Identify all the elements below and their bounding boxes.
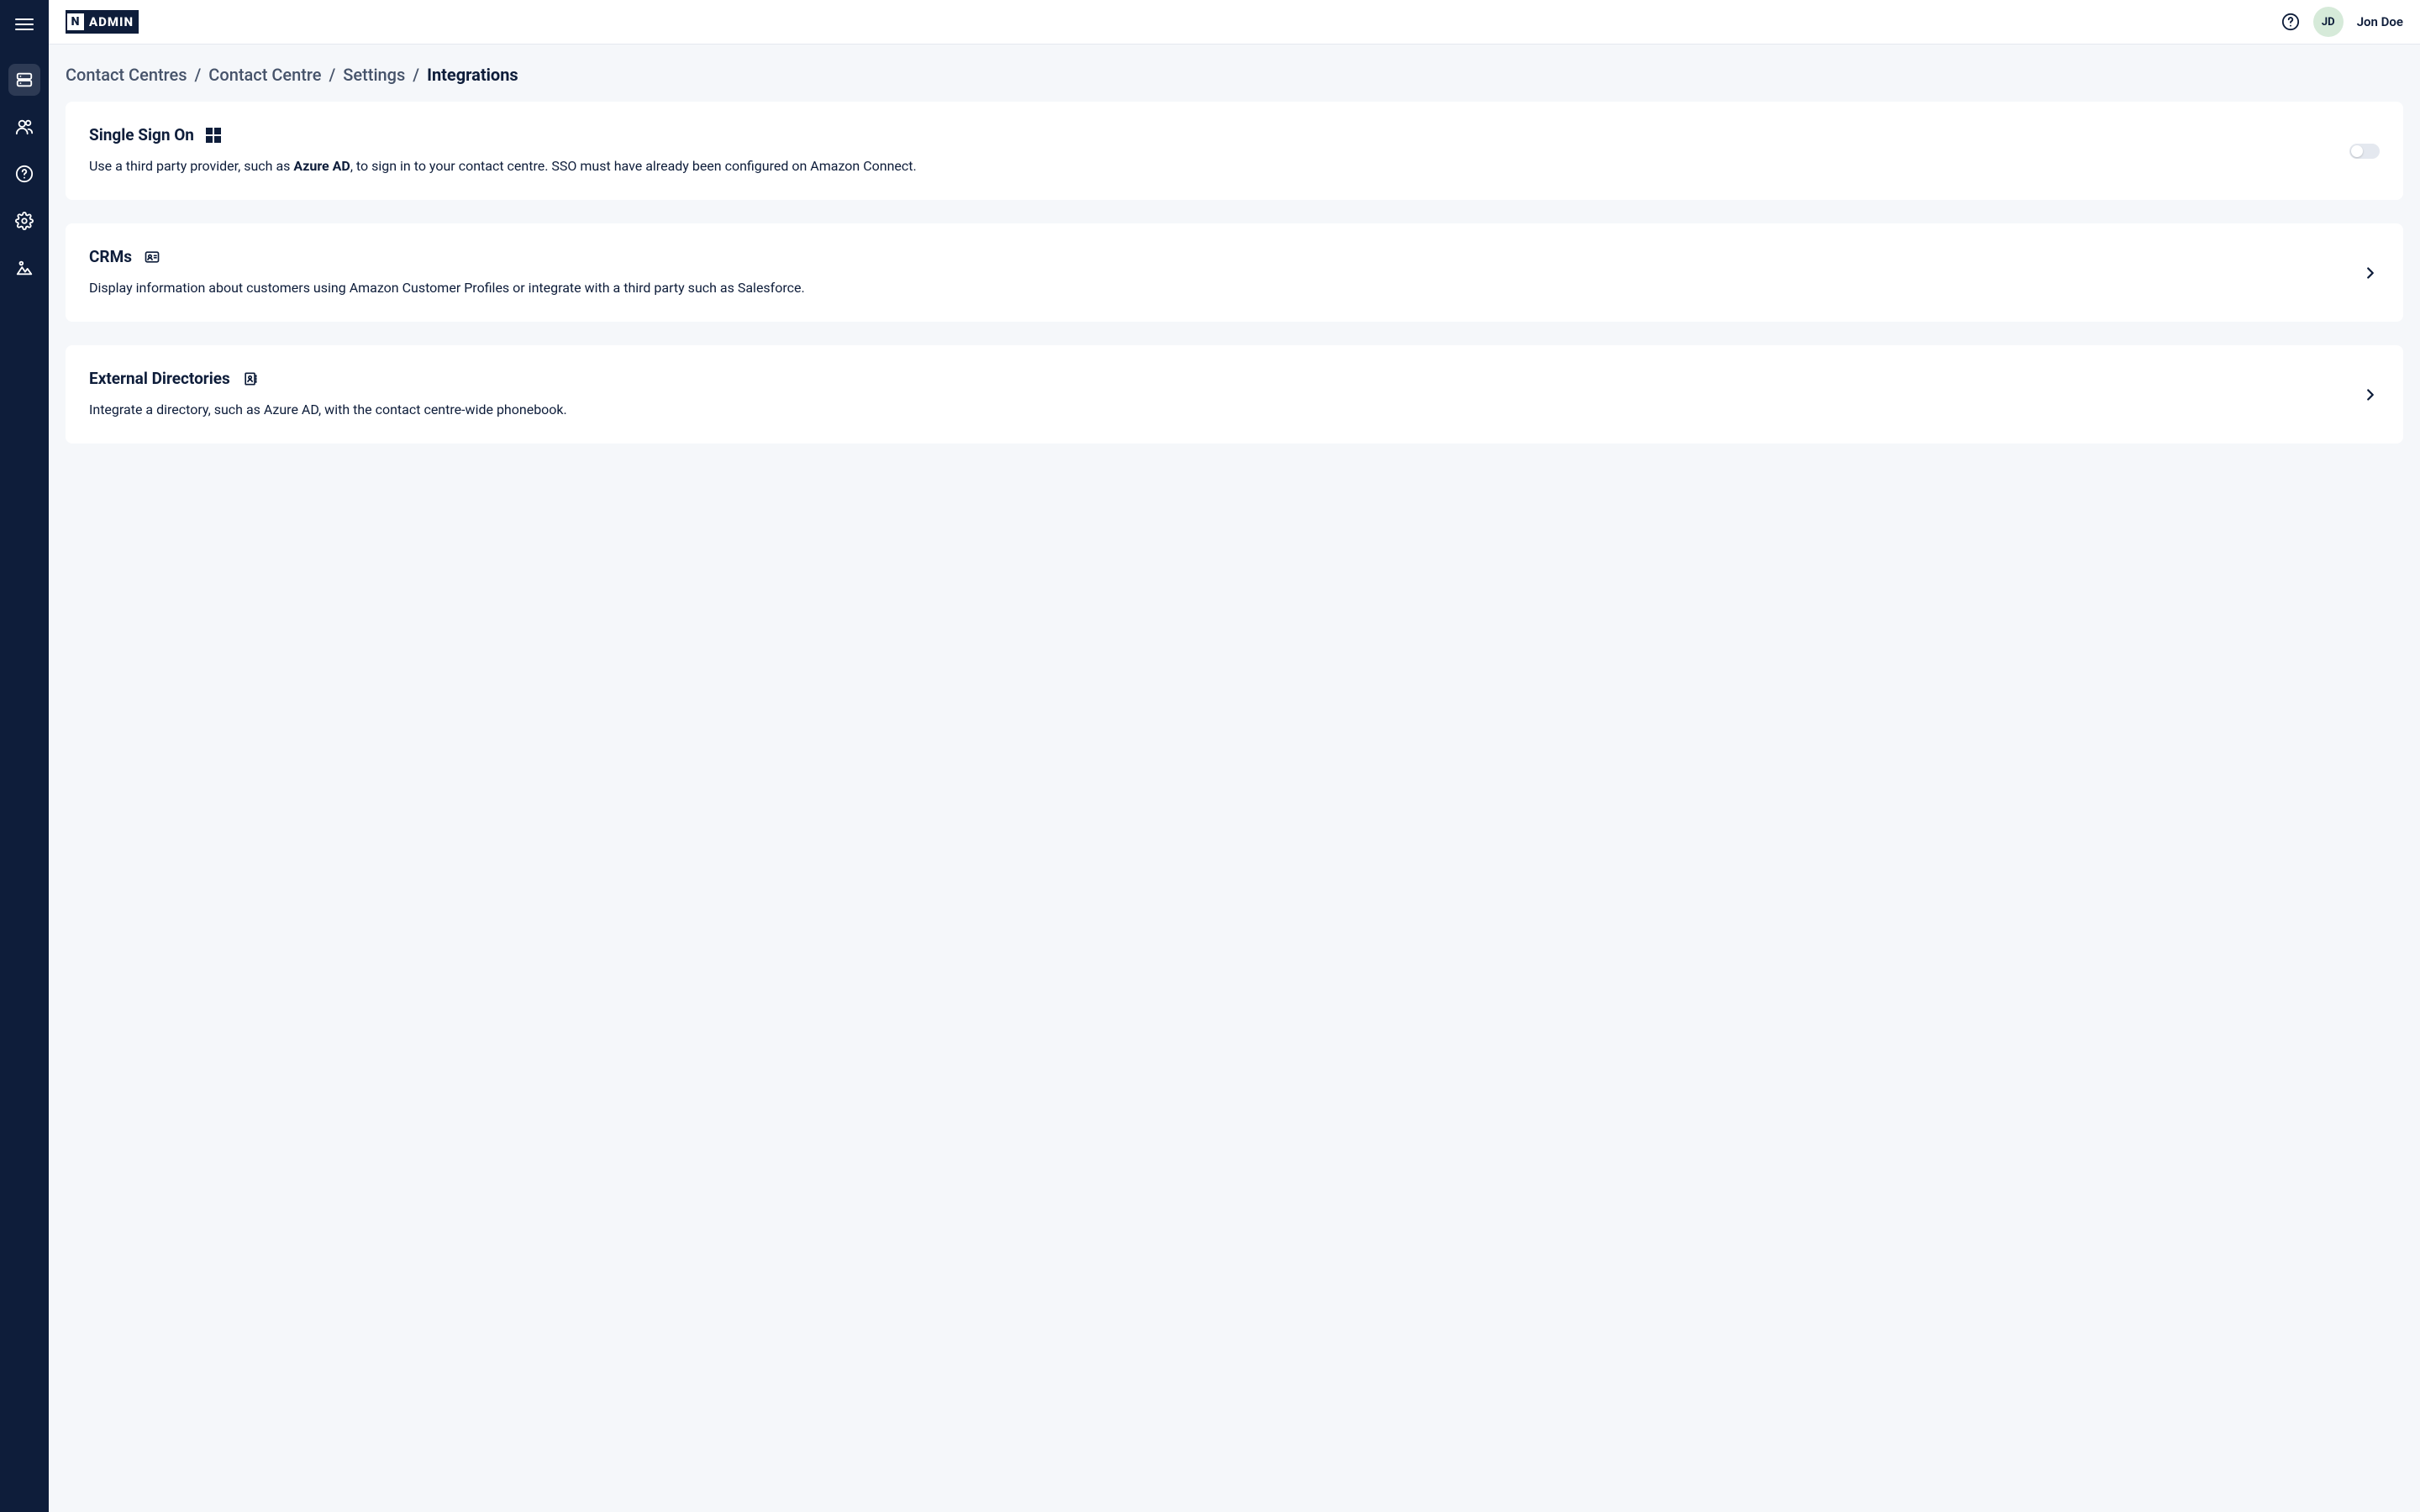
user-initials: JD	[2322, 16, 2335, 29]
card-directories-title: External Directories	[89, 369, 230, 388]
card-directories[interactable]: External Directories Integrate a directo…	[66, 345, 2403, 444]
help-circle-icon	[15, 165, 34, 183]
card-sso: Single Sign On Use a third party provide…	[66, 102, 2403, 200]
card-crms-title: CRMs	[89, 247, 132, 266]
card-crms[interactable]: CRMs Display information about customers…	[66, 223, 2403, 322]
sidebar	[0, 0, 49, 1512]
sidebar-item-users[interactable]	[8, 111, 40, 143]
breadcrumb-item[interactable]: Contact Centres	[66, 65, 187, 85]
user-avatar[interactable]: JD	[2313, 7, 2344, 37]
gear-icon	[15, 212, 34, 230]
logo-mark: N	[67, 13, 84, 30]
windows-icon	[206, 128, 221, 143]
breadcrumb-current: Integrations	[427, 65, 518, 85]
card-sso-desc: Use a third party provider, such as Azur…	[89, 156, 2334, 176]
sso-toggle[interactable]	[2349, 144, 2380, 159]
logo[interactable]: N ADMIN	[66, 10, 139, 34]
card-sso-title: Single Sign On	[89, 125, 194, 144]
main-content: Contact Centres / Contact Centre / Setti…	[49, 45, 2420, 1512]
chevron-right-icon	[2361, 386, 2380, 404]
menu-toggle-button[interactable]	[15, 15, 34, 34]
breadcrumb: Contact Centres / Contact Centre / Setti…	[66, 65, 2403, 85]
card-directories-desc: Integrate a directory, such as Azure AD,…	[89, 400, 2346, 420]
users-icon	[15, 118, 34, 136]
sidebar-item-contact-centres[interactable]	[8, 64, 40, 96]
card-crms-desc: Display information about customers usin…	[89, 278, 2346, 298]
breadcrumb-item[interactable]: Contact Centre	[208, 65, 321, 85]
user-name[interactable]: Jon Doe	[2357, 14, 2403, 29]
sidebar-item-settings[interactable]	[8, 205, 40, 237]
sidebar-item-help[interactable]	[8, 158, 40, 190]
chevron-right-icon	[2361, 264, 2380, 282]
breadcrumb-item[interactable]: Settings	[343, 65, 405, 85]
contact-card-icon	[144, 249, 160, 265]
mountain-sun-icon	[15, 259, 34, 277]
address-book-icon	[242, 370, 259, 387]
topbar: N ADMIN JD Jon Doe	[49, 0, 2420, 45]
logo-text: ADMIN	[89, 14, 134, 29]
sidebar-item-holidays[interactable]	[8, 252, 40, 284]
server-icon	[15, 71, 34, 89]
help-button[interactable]	[2281, 13, 2300, 31]
